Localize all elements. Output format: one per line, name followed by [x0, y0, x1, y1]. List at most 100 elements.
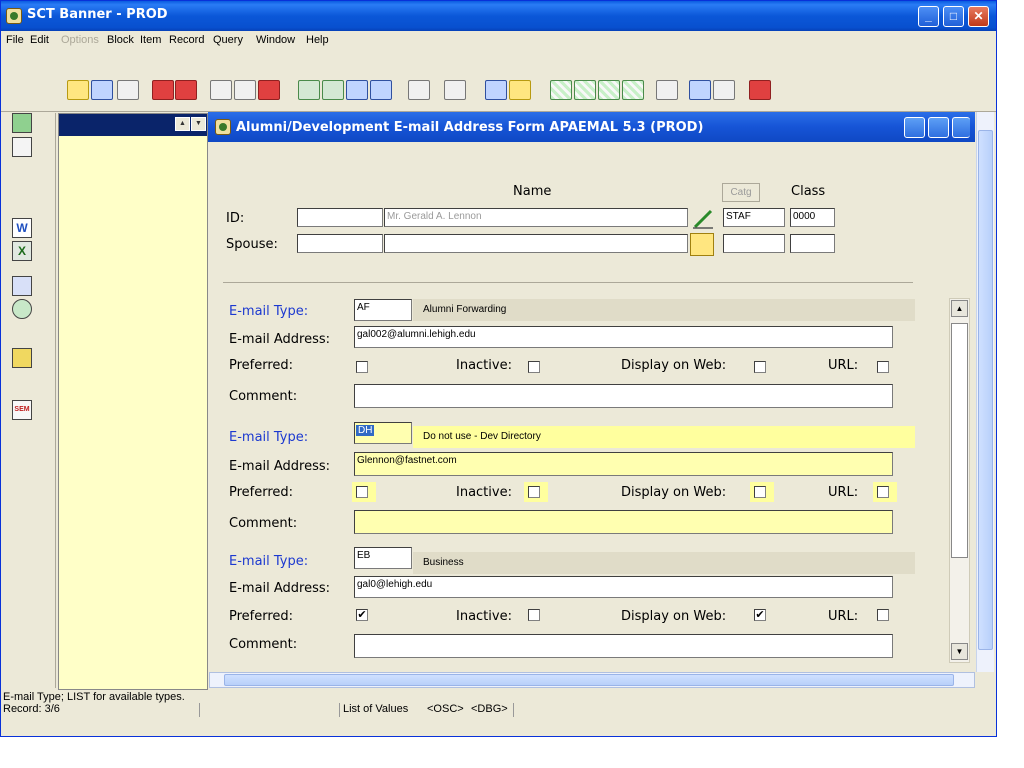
catg-header: Catg: [722, 183, 760, 202]
display-on-web-checkbox[interactable]: ✔: [754, 609, 766, 621]
help-books-icon[interactable]: [689, 80, 711, 100]
menu-block[interactable]: Block: [107, 34, 134, 46]
execute-query-icon[interactable]: [234, 80, 256, 100]
scroll-up-button[interactable]: ▲: [951, 300, 968, 317]
form-minimize-button[interactable]: [904, 117, 925, 138]
spouse-name-field: [384, 234, 688, 253]
preferred-checkbox[interactable]: ✔: [356, 609, 368, 621]
scroll-down-button[interactable]: ▼: [951, 643, 968, 660]
toolbar: [1, 50, 996, 112]
inactive-checkbox[interactable]: [528, 361, 540, 373]
spouse-lookup-icon[interactable]: [690, 233, 714, 256]
email-address-field[interactable]: Glennon@fastnet.com: [354, 452, 893, 476]
select-icon[interactable]: [117, 80, 139, 100]
people-icon[interactable]: [12, 348, 32, 368]
workspace-vertical-scrollbar[interactable]: [976, 112, 994, 672]
scroll-down-icon[interactable]: ▼: [191, 117, 206, 131]
form-close-button[interactable]: [952, 117, 970, 138]
print-icon[interactable]: [444, 80, 466, 100]
name-header: Name: [513, 184, 552, 199]
url-checkbox[interactable]: [877, 361, 889, 373]
comment-label: Comment:: [229, 516, 298, 531]
tag-icon[interactable]: [713, 80, 735, 100]
workspace-horizontal-thumb[interactable]: [224, 674, 954, 686]
next-record-icon[interactable]: [370, 80, 392, 100]
email-address-field[interactable]: gal0@lehigh.edu: [354, 576, 893, 598]
url-checkbox[interactable]: [877, 486, 889, 498]
id-field[interactable]: [297, 208, 383, 227]
maximize-button[interactable]: □: [943, 6, 964, 27]
edit-icon[interactable]: [408, 80, 430, 100]
search-person-icon[interactable]: [689, 208, 723, 231]
preferred-checkbox[interactable]: [356, 486, 368, 498]
email-type-field[interactable]: EB: [354, 547, 412, 569]
email-address-label: E-mail Address:: [229, 332, 331, 347]
sem-icon[interactable]: SEM: [12, 400, 32, 420]
workspace-horizontal-scrollbar[interactable]: [209, 672, 975, 688]
preferred-label: Preferred:: [229, 609, 294, 624]
records-scrollbar[interactable]: ▲ ▼: [949, 298, 970, 663]
calendar-grid-icon[interactable]: [12, 137, 32, 157]
status-osc: <OSC>: [427, 703, 464, 715]
duplicate-record-icon[interactable]: [574, 80, 596, 100]
next-block-icon[interactable]: [322, 80, 344, 100]
close-button[interactable]: ✕: [968, 6, 989, 27]
email-address-form: Alumni/Development E-mail Address Form A…: [208, 112, 975, 672]
comment-field[interactable]: [354, 510, 893, 534]
cancel-query-icon[interactable]: [258, 80, 280, 100]
menu-edit[interactable]: Edit: [30, 34, 49, 46]
display-on-web-checkbox[interactable]: [754, 486, 766, 498]
lov-icon[interactable]: [509, 80, 531, 100]
menu-help[interactable]: Help: [306, 34, 329, 46]
inactive-checkbox[interactable]: [528, 486, 540, 498]
minimize-button[interactable]: _: [918, 6, 939, 27]
status-lov: List of Values: [343, 703, 409, 715]
exit-icon[interactable]: [749, 80, 771, 100]
remove-record-icon[interactable]: [175, 80, 197, 100]
chart-icon[interactable]: [485, 80, 507, 100]
menu-window[interactable]: Window: [256, 34, 295, 46]
scroll-thumb[interactable]: [951, 323, 968, 558]
menu-file[interactable]: File: [6, 34, 24, 46]
excel-icon[interactable]: X: [12, 241, 32, 261]
preferred-checkbox[interactable]: [356, 361, 368, 373]
workspace-vertical-thumb[interactable]: [978, 130, 993, 650]
word-icon[interactable]: W: [12, 218, 32, 238]
display-on-web-checkbox[interactable]: [754, 361, 766, 373]
email-type-field[interactable]: DH: [354, 422, 412, 444]
inactive-label: Inactive:: [456, 485, 512, 500]
monitor-icon[interactable]: [12, 276, 32, 296]
clear-record-icon[interactable]: [598, 80, 620, 100]
window-icon[interactable]: [656, 80, 678, 100]
duplicate-item-icon[interactable]: [550, 80, 572, 100]
previous-block-icon[interactable]: [298, 80, 320, 100]
save-icon[interactable]: [67, 80, 89, 100]
previous-record-icon[interactable]: [346, 80, 368, 100]
spouse-id-field[interactable]: [297, 234, 383, 253]
inactive-checkbox[interactable]: [528, 609, 540, 621]
globe-icon[interactable]: [12, 299, 32, 319]
menu-query[interactable]: Query: [213, 34, 243, 46]
email-type-field[interactable]: AF: [354, 299, 412, 321]
url-label: URL:: [828, 358, 859, 373]
display-on-web-label: Display on Web:: [621, 485, 727, 500]
url-checkbox[interactable]: [877, 609, 889, 621]
insert-record-icon[interactable]: [152, 80, 174, 100]
rollback-icon[interactable]: [91, 80, 113, 100]
email-address-field[interactable]: gal002@alumni.lehigh.edu: [354, 326, 893, 348]
comment-field[interactable]: [354, 384, 893, 408]
enter-query-icon[interactable]: [210, 80, 232, 100]
inactive-label: Inactive:: [456, 358, 512, 373]
form-maximize-button[interactable]: [928, 117, 949, 138]
menu-options[interactable]: Options: [61, 34, 99, 46]
clear-form-icon[interactable]: [622, 80, 644, 100]
scroll-up-icon[interactable]: ▲: [175, 117, 190, 131]
id-label: ID:: [226, 211, 245, 226]
calculator-icon[interactable]: [12, 113, 32, 133]
email-type-description: Business: [413, 552, 915, 574]
comment-field[interactable]: [354, 634, 893, 658]
comment-label: Comment:: [229, 389, 298, 404]
email-type-label: E-mail Type:: [229, 430, 309, 445]
menu-item[interactable]: Item: [140, 34, 161, 46]
menu-record[interactable]: Record: [169, 34, 204, 46]
